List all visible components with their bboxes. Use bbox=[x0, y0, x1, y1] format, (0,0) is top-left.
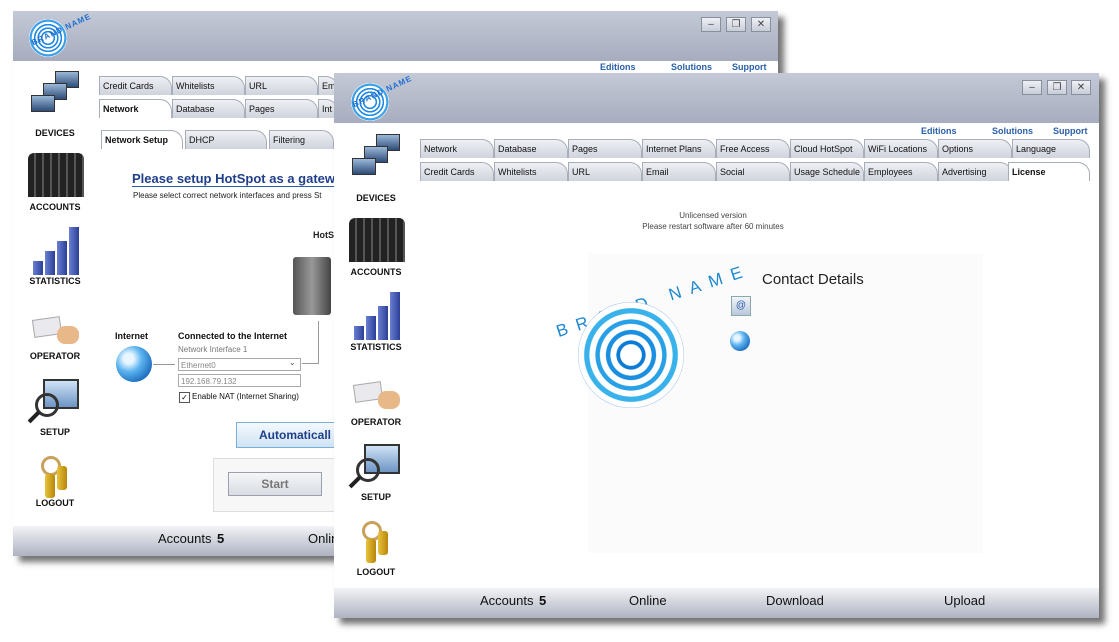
globe-icon bbox=[116, 346, 152, 382]
tab-pages[interactable]: Pages bbox=[568, 139, 642, 158]
front-title-bar[interactable]: BRAND NAME – ❐ ✕ bbox=[334, 73, 1099, 123]
tab-whitelists[interactable]: Whitelists bbox=[172, 76, 245, 95]
sidebar-label: DEVICES bbox=[35, 128, 75, 138]
automatic-setup-button[interactable]: Automaticall bbox=[236, 422, 346, 448]
back-title-bar[interactable]: BRAND NAME – ❐ ✕ bbox=[13, 11, 778, 61]
contact-title: Contact Details bbox=[762, 271, 864, 288]
statistics-icon bbox=[354, 292, 400, 340]
tab-language[interactable]: Language bbox=[1012, 139, 1090, 158]
tab-license[interactable]: License bbox=[1008, 162, 1090, 181]
front-window: BRAND NAME – ❐ ✕ Editions Solutions Supp… bbox=[334, 73, 1099, 618]
online-label: Online bbox=[629, 593, 667, 608]
interface-label: Network Interface 1 bbox=[178, 345, 248, 354]
ip-field[interactable]: 192.168.79.132 bbox=[178, 374, 301, 387]
tab-credit-cards[interactable]: Credit Cards bbox=[99, 76, 172, 95]
subtab-dhcp[interactable]: DHCP bbox=[185, 130, 267, 149]
setup-description: Please select correct network interfaces… bbox=[133, 191, 322, 200]
support-link[interactable]: Support bbox=[732, 62, 767, 72]
subtab-network-setup[interactable]: Network Setup bbox=[101, 130, 183, 149]
internet-label: Internet bbox=[115, 331, 149, 341]
tab-usage-schedule[interactable]: Usage Schedule bbox=[790, 162, 864, 181]
upload-label: Upload bbox=[944, 593, 986, 608]
accounts-icon bbox=[28, 153, 84, 197]
download-label: Download bbox=[766, 593, 824, 608]
sidebar-label: SETUP bbox=[360, 492, 391, 502]
sidebar-label: LOGOUT bbox=[356, 567, 396, 577]
nat-label: Enable NAT (Internet Sharing) bbox=[192, 392, 299, 401]
tab-free-access[interactable]: Free Access bbox=[716, 139, 790, 158]
minimize-button[interactable]: – bbox=[1022, 80, 1042, 95]
tab-network[interactable]: Network bbox=[420, 139, 494, 158]
tab-network[interactable]: Network bbox=[99, 99, 172, 118]
sidebar-label: DEVICES bbox=[356, 193, 396, 203]
accounts-label: Accounts bbox=[158, 531, 212, 546]
close-button[interactable]: ✕ bbox=[1071, 80, 1091, 95]
tab-credit-cards[interactable]: Credit Cards bbox=[420, 162, 494, 181]
connector-line bbox=[153, 364, 175, 365]
sidebar-label: ACCOUNTS bbox=[29, 202, 81, 212]
chevron-down-icon: ⌄ bbox=[289, 358, 296, 367]
tab-email[interactable]: Email bbox=[642, 162, 716, 181]
sidebar-label: LOGOUT bbox=[35, 498, 75, 508]
connected-label: Connected to the Internet bbox=[178, 331, 288, 341]
sidebar-label: STATISTICS bbox=[29, 276, 81, 286]
accounts-count: 5 bbox=[539, 593, 547, 608]
tab-wifi-locations[interactable]: WiFi Locations bbox=[864, 139, 938, 158]
front-footer: Accounts 5 Online Download Upload bbox=[334, 588, 1099, 618]
statistics-icon bbox=[33, 227, 79, 275]
sidebar-label: ACCOUNTS bbox=[350, 267, 402, 277]
tab-cloud-hotspot[interactable]: Cloud HotSpot bbox=[790, 139, 864, 158]
sidebar-label: OPERATOR bbox=[350, 417, 402, 427]
accounts-label: Accounts bbox=[480, 593, 534, 608]
tab-url[interactable]: URL bbox=[245, 76, 318, 95]
tab-advertising[interactable]: Advertising bbox=[938, 162, 1012, 181]
link-line bbox=[318, 321, 319, 363]
devices-icon bbox=[352, 134, 402, 180]
minimize-button[interactable]: – bbox=[701, 17, 721, 32]
accounts-icon bbox=[349, 218, 405, 262]
support-link[interactable]: Support bbox=[1053, 126, 1088, 136]
editions-link[interactable]: Editions bbox=[600, 62, 636, 72]
sidebar-label: STATISTICS bbox=[350, 342, 402, 352]
nat-checkbox[interactable]: ✓ bbox=[179, 392, 190, 403]
tab-social[interactable]: Social bbox=[716, 162, 790, 181]
tab-internet-plans[interactable]: Internet Plans bbox=[642, 139, 716, 158]
tab-pages[interactable]: Pages bbox=[245, 99, 318, 118]
solutions-link[interactable]: Solutions bbox=[992, 126, 1033, 136]
hotspot-label: HotS bbox=[313, 230, 334, 240]
setup-title: Please setup HotSpot as a gatew bbox=[132, 171, 336, 187]
editions-link[interactable]: Editions bbox=[921, 126, 957, 136]
license-status: Unlicensed version bbox=[679, 211, 747, 220]
subtab-filtering[interactable]: Filtering bbox=[269, 130, 334, 149]
tab-url[interactable]: URL bbox=[568, 162, 642, 181]
solutions-link[interactable]: Solutions bbox=[671, 62, 712, 72]
tab-database[interactable]: Database bbox=[494, 139, 568, 158]
tab-employees[interactable]: Employees bbox=[864, 162, 938, 181]
restore-button[interactable]: ❐ bbox=[726, 17, 746, 32]
start-button[interactable]: Start bbox=[228, 472, 322, 496]
server-icon bbox=[293, 257, 331, 315]
close-button[interactable]: ✕ bbox=[751, 17, 771, 32]
sidebar-label: OPERATOR bbox=[29, 351, 81, 361]
email-icon[interactable]: @ bbox=[731, 296, 751, 316]
link-line-h bbox=[302, 363, 319, 364]
tab-options[interactable]: Options bbox=[938, 139, 1012, 158]
interface-select[interactable]: Ethernet0 bbox=[178, 358, 301, 371]
restore-button[interactable]: ❐ bbox=[1047, 80, 1067, 95]
brand-big-logo bbox=[578, 302, 684, 408]
tab-whitelists[interactable]: Whitelists bbox=[494, 162, 568, 181]
website-globe-icon[interactable] bbox=[730, 331, 750, 351]
accounts-count: 5 bbox=[217, 531, 225, 546]
devices-icon bbox=[31, 71, 81, 117]
sidebar-label: SETUP bbox=[39, 427, 70, 437]
license-restart-note: Please restart software after 60 minutes bbox=[642, 222, 784, 231]
tab-database[interactable]: Database bbox=[172, 99, 245, 118]
